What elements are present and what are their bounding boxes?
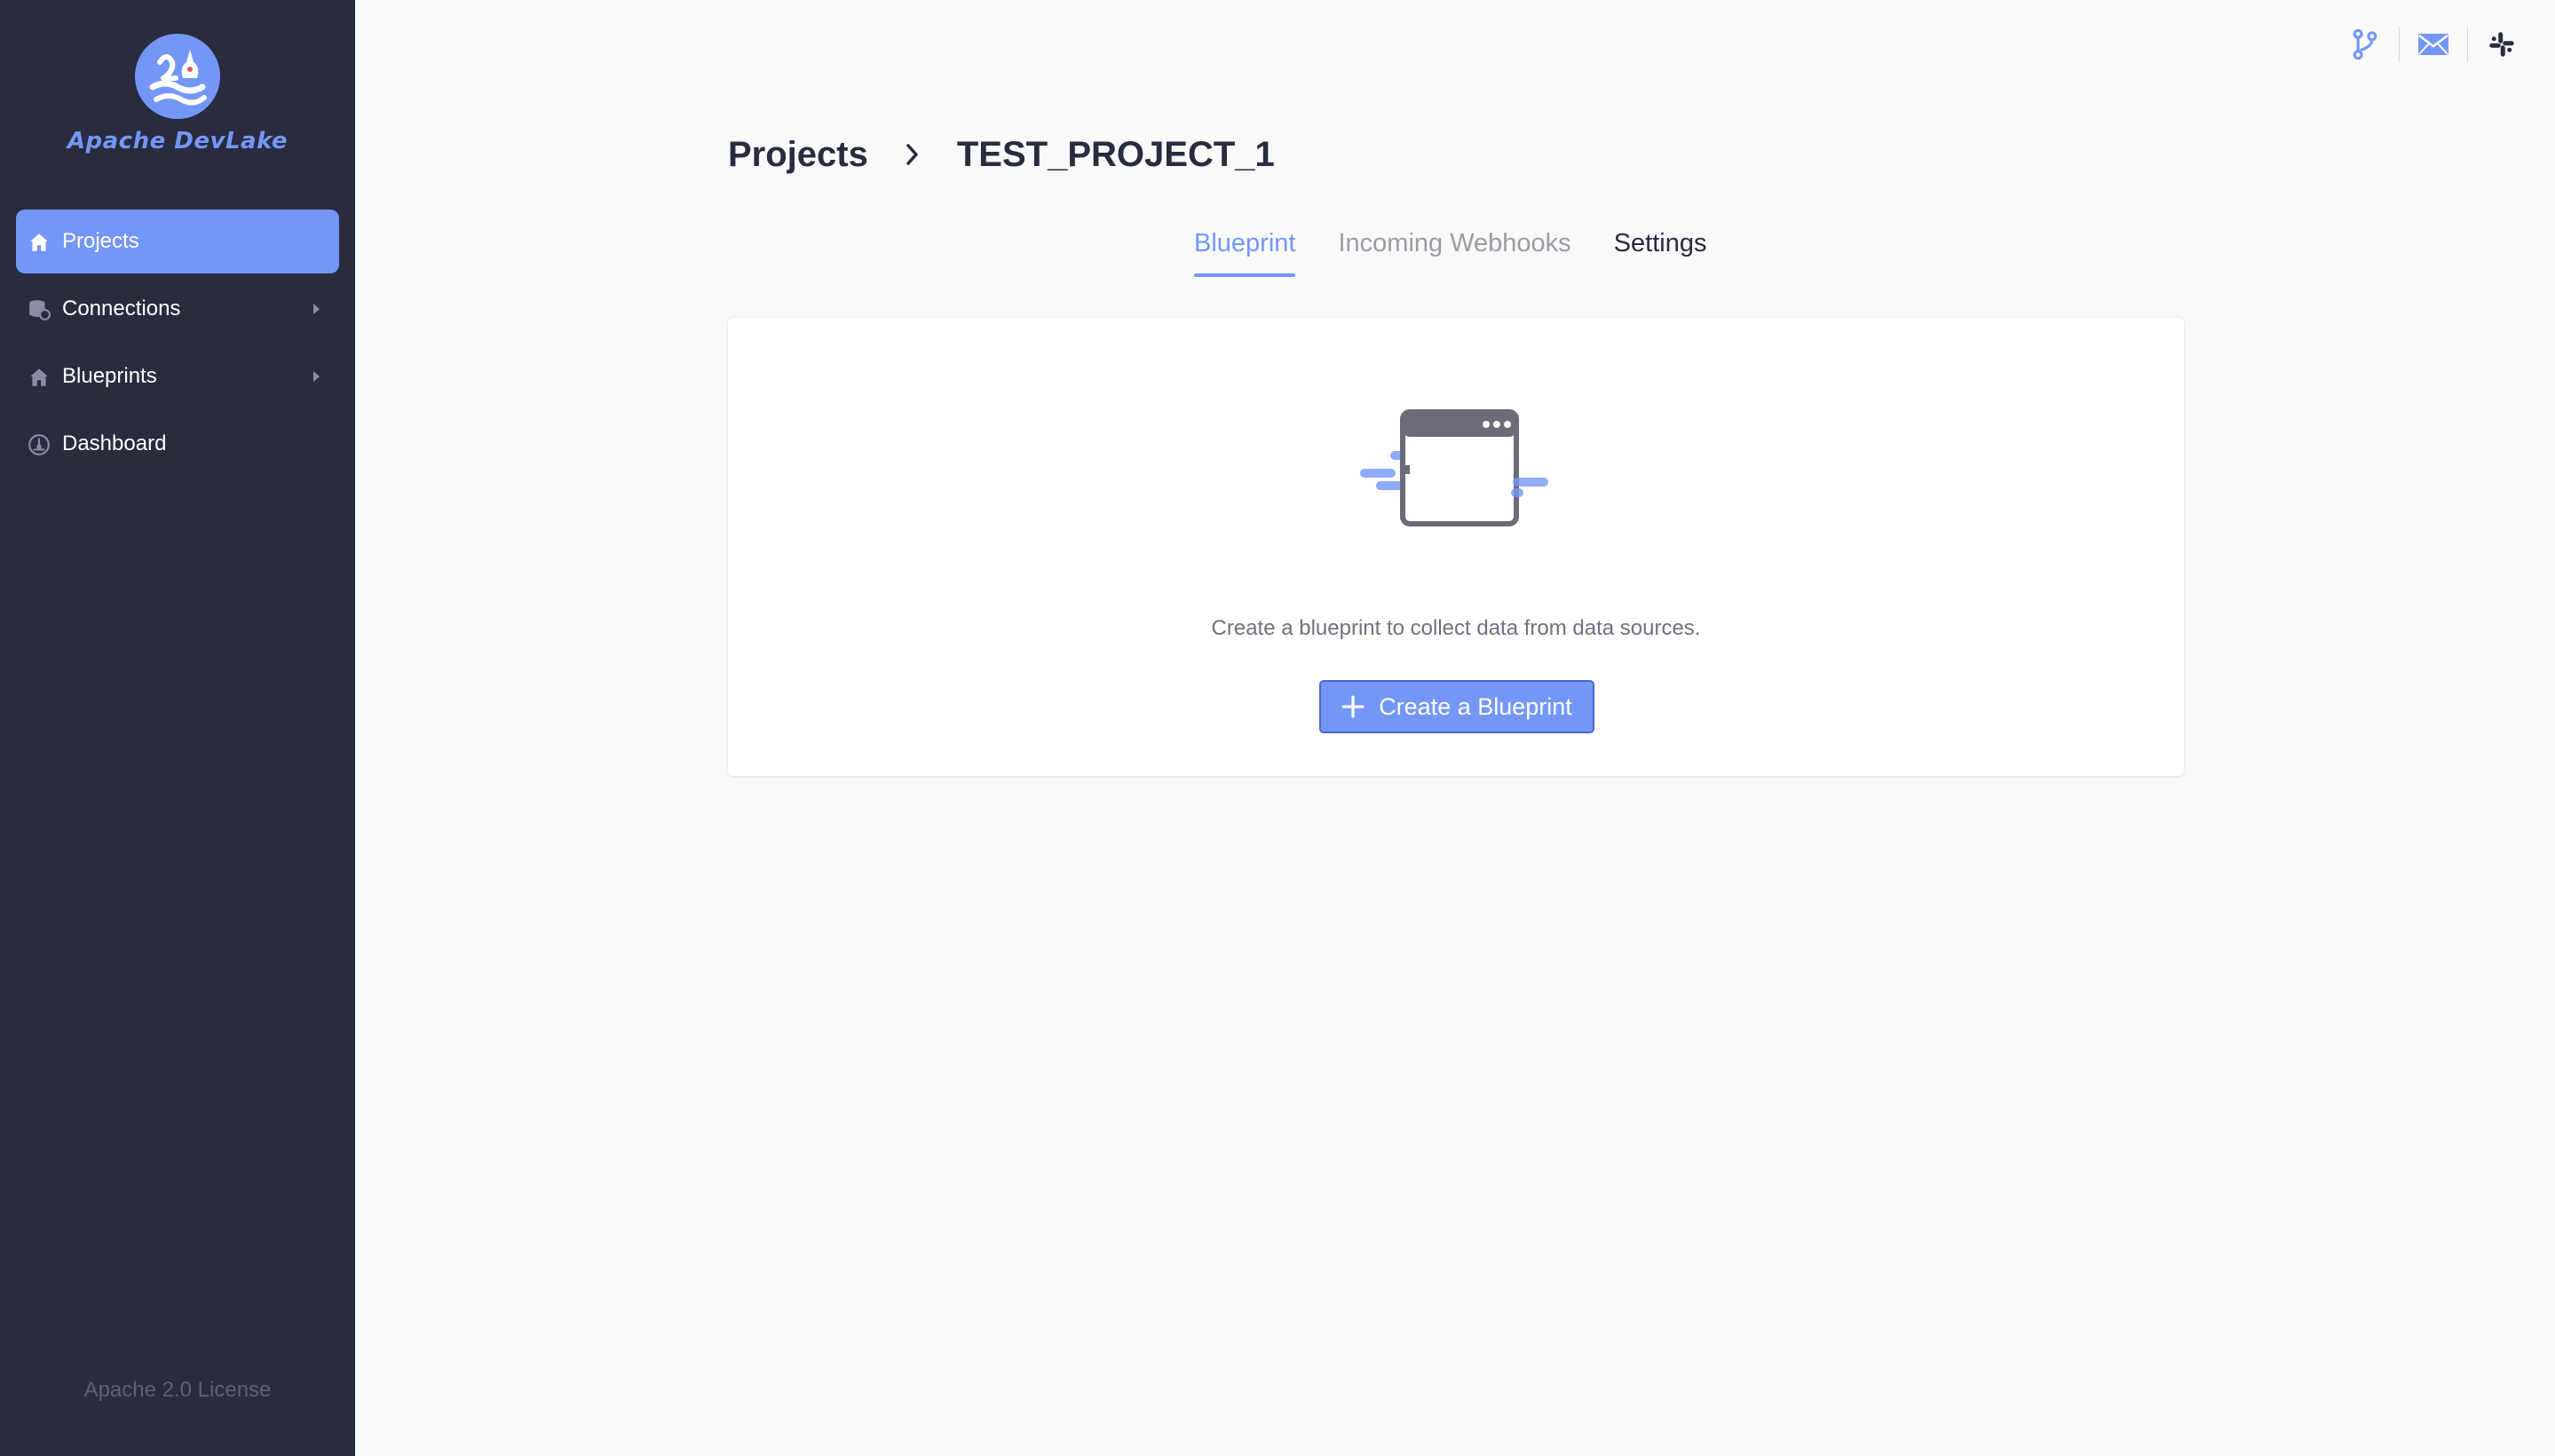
- breadcrumb-current: TEST_PROJECT_1: [956, 134, 1275, 174]
- breadcrumb-projects-link[interactable]: Projects: [728, 135, 868, 175]
- project-tabs: Blueprint Incoming Webhooks Settings: [1194, 229, 1749, 279]
- caret-right-icon: [313, 304, 320, 314]
- dashboard-icon: [28, 434, 50, 455]
- sidebar-item-projects[interactable]: Projects: [16, 210, 339, 273]
- header-actions: [2349, 25, 2518, 64]
- logo[interactable]: Apache DevLake: [0, 32, 355, 154]
- caret-right-icon: [313, 371, 320, 382]
- chevron-right-icon: [895, 137, 930, 172]
- header-divider: [2399, 27, 2400, 62]
- sidebar-item-label: Connections: [62, 297, 181, 320]
- home-icon: [30, 233, 48, 251]
- brand-name: Apache DevLake: [67, 128, 289, 154]
- header-divider: [2467, 27, 2468, 62]
- database-icon: [29, 300, 51, 320]
- sidebar: Apache DevLake Projects Connections Blue…: [0, 0, 355, 1456]
- blueprint-empty-card: Create a blueprint to collect data from …: [728, 318, 2184, 776]
- git-branch-icon[interactable]: [2349, 28, 2381, 60]
- license-text[interactable]: Apache 2.0 License: [0, 1378, 355, 1403]
- sidebar-item-label: Blueprints: [62, 364, 157, 388]
- devlake-logo-icon: [135, 34, 220, 119]
- sidebar-nav: Projects Connections Blueprints Dashboar…: [16, 210, 339, 479]
- plus-icon: [1341, 695, 1365, 718]
- create-blueprint-label: Create a Blueprint: [1379, 692, 1572, 720]
- browser-window-illustration: [1360, 409, 1548, 526]
- breadcrumb: Projects TEST_PROJECT_1: [728, 130, 1275, 179]
- sidebar-item-blueprints[interactable]: Blueprints: [16, 344, 339, 408]
- tab-incoming-webhooks[interactable]: Incoming Webhooks: [1338, 229, 1570, 279]
- empty-state-message: Create a blueprint to collect data from …: [1211, 616, 1701, 640]
- tab-blueprint[interactable]: Blueprint: [1194, 229, 1296, 279]
- sidebar-item-dashboard[interactable]: Dashboard: [16, 412, 339, 476]
- tab-settings[interactable]: Settings: [1614, 229, 1707, 279]
- sidebar-item-label: Dashboard: [62, 431, 167, 455]
- slack-icon[interactable]: [2486, 28, 2518, 60]
- create-blueprint-button[interactable]: Create a Blueprint: [1319, 680, 1594, 733]
- sidebar-item-label: Projects: [62, 229, 139, 253]
- home-icon: [30, 368, 48, 386]
- mail-icon[interactable]: [2417, 28, 2449, 60]
- sidebar-item-connections[interactable]: Connections: [16, 277, 339, 341]
